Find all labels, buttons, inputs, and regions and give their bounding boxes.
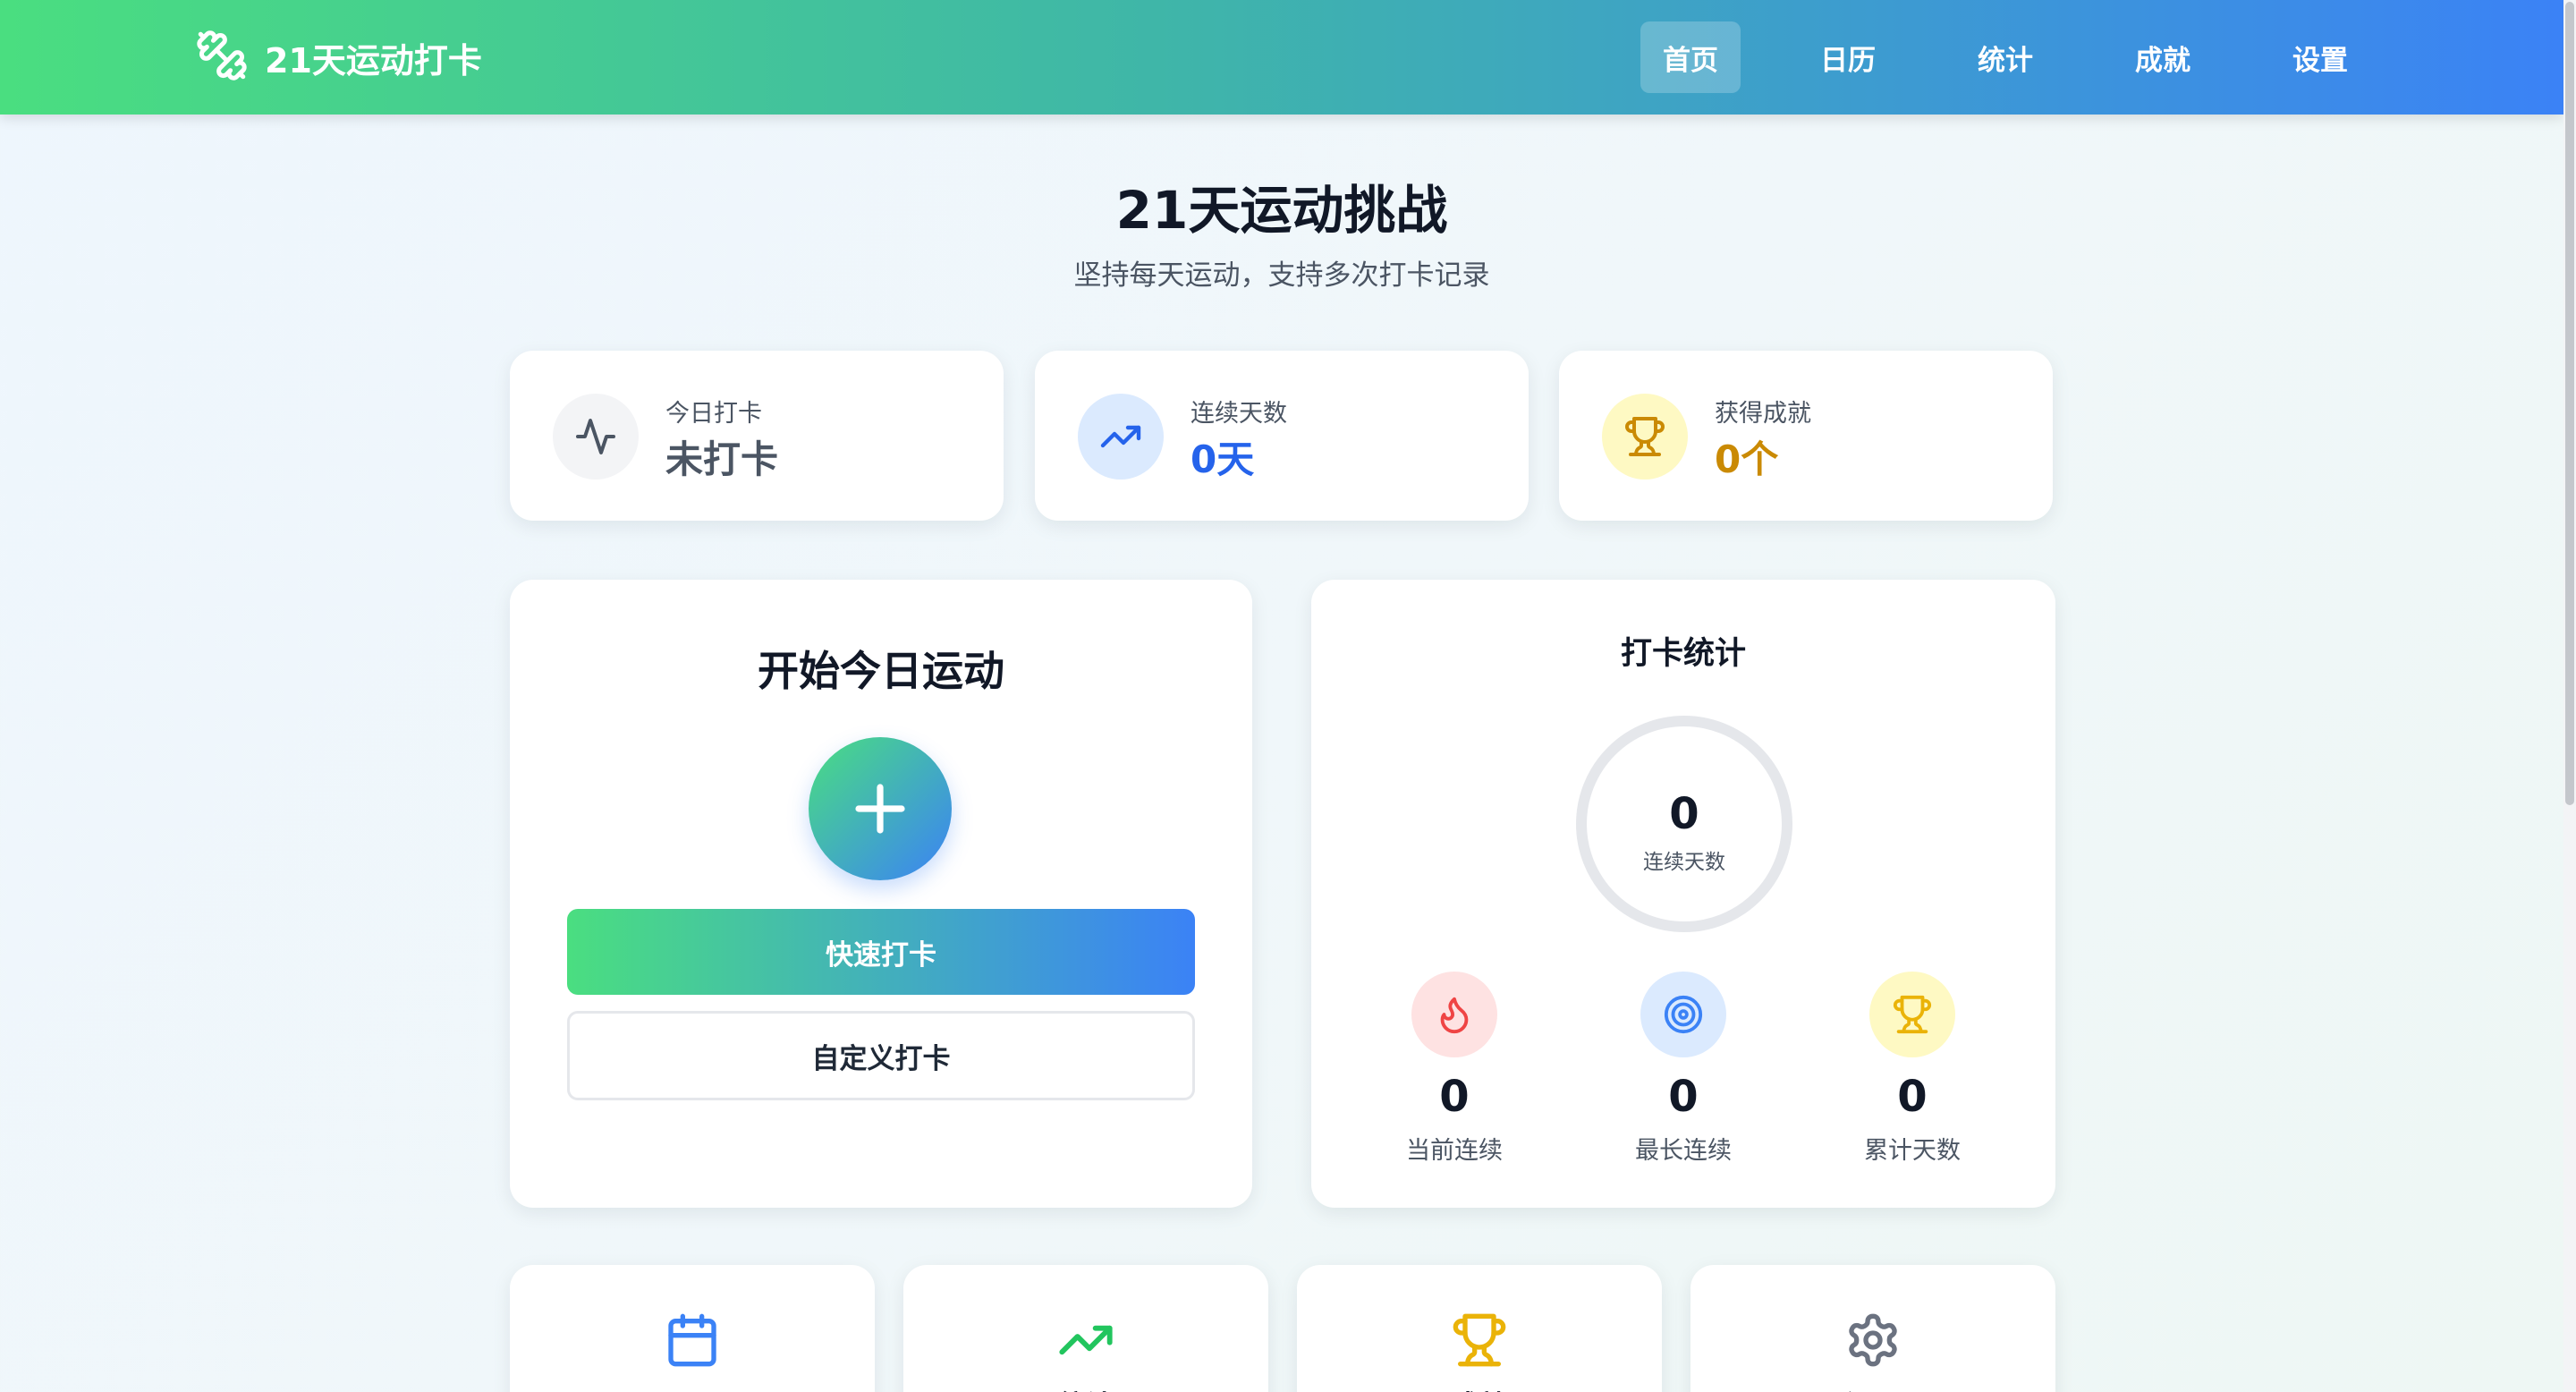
add-checkin-button[interactable] bbox=[809, 737, 952, 880]
ring-label: 连续天数 bbox=[1643, 851, 1725, 874]
trophy-icon bbox=[1297, 1311, 1662, 1369]
nav-home[interactable]: 首页 bbox=[1640, 21, 1741, 93]
longest-streak-label: 最长连续 bbox=[1635, 1137, 1732, 1165]
achievements-card: 获得成就 0个 bbox=[1559, 351, 2053, 521]
achievements-label: 获得成就 bbox=[1715, 400, 1811, 428]
current-streak-label: 当前连续 bbox=[1406, 1137, 1503, 1165]
total-days-stat: 0 累计天数 bbox=[1832, 972, 1993, 1168]
flame-icon bbox=[1411, 972, 1497, 1057]
page-scrollbar[interactable] bbox=[2563, 0, 2576, 1392]
trending-up-icon bbox=[903, 1311, 1268, 1369]
streak-ring: 0 连续天数 bbox=[1576, 716, 1792, 932]
target-icon bbox=[1640, 972, 1726, 1057]
calendar-icon bbox=[510, 1311, 875, 1369]
total-days-value: 0 bbox=[1897, 1072, 1928, 1122]
nav-settings[interactable]: 设置 bbox=[2270, 21, 2370, 93]
stats-card: 打卡统计 0 连续天数 0 当前连续 0 最长连续 0 累计天数 bbox=[1311, 580, 2055, 1208]
nav-stats[interactable]: 统计 bbox=[1955, 21, 2055, 93]
checkin-title: 开始今日运动 bbox=[758, 647, 1004, 695]
quick-nav-settings[interactable]: 设置 bbox=[1690, 1265, 2055, 1392]
page-title: 21天运动挑战 bbox=[1115, 180, 1448, 241]
settings-icon bbox=[1690, 1311, 2055, 1369]
dumbbell-icon bbox=[195, 29, 249, 86]
quick-nav-stats-label: 统计 bbox=[903, 1383, 1268, 1392]
quick-nav-calendar[interactable]: 日历 bbox=[510, 1265, 875, 1392]
app-title: 21天运动打卡 bbox=[265, 40, 482, 81]
streak-label: 连续天数 bbox=[1191, 400, 1287, 428]
longest-streak-value: 0 bbox=[1668, 1072, 1699, 1122]
quick-nav-calendar-label: 日历 bbox=[510, 1383, 875, 1392]
quick-nav-settings-label: 设置 bbox=[1690, 1383, 2055, 1392]
custom-checkin-button[interactable]: 自定义打卡 bbox=[567, 1011, 1195, 1100]
nav-achievements[interactable]: 成就 bbox=[2113, 21, 2213, 93]
nav-calendar[interactable]: 日历 bbox=[1798, 21, 1898, 93]
current-streak-stat: 0 当前连续 bbox=[1374, 972, 1535, 1168]
total-days-label: 累计天数 bbox=[1864, 1137, 1961, 1165]
top-navbar: 21天运动打卡 首页 日历 统计 成就 设置 bbox=[0, 0, 2563, 115]
trending-up-icon bbox=[1078, 394, 1164, 480]
today-checkin-card: 今日打卡 未打卡 bbox=[510, 351, 1004, 521]
quick-nav-stats[interactable]: 统计 bbox=[903, 1265, 1268, 1392]
quick-nav-achievements[interactable]: 成就 bbox=[1297, 1265, 1662, 1392]
scrollbar-thumb[interactable] bbox=[2565, 2, 2574, 805]
activity-icon bbox=[553, 394, 639, 480]
checkin-card: 开始今日运动 快速打卡 自定义打卡 bbox=[510, 580, 1252, 1208]
brand[interactable]: 21天运动打卡 bbox=[195, 27, 482, 88]
stats-title: 打卡统计 bbox=[1620, 636, 1746, 672]
streak-card: 连续天数 0天 bbox=[1035, 351, 1529, 521]
today-checkin-value: 未打卡 bbox=[665, 437, 779, 481]
trophy-icon bbox=[1602, 394, 1688, 480]
page-subtitle: 坚持每天运动，支持多次打卡记录 bbox=[1073, 259, 1490, 292]
streak-value: 0天 bbox=[1191, 437, 1255, 481]
today-checkin-label: 今日打卡 bbox=[665, 400, 762, 428]
longest-streak-stat: 0 最长连续 bbox=[1603, 972, 1764, 1168]
quick-checkin-button[interactable]: 快速打卡 bbox=[567, 909, 1195, 995]
quick-nav-achievements-label: 成就 bbox=[1297, 1383, 1662, 1392]
current-streak-value: 0 bbox=[1439, 1072, 1470, 1122]
achievements-value: 0个 bbox=[1715, 437, 1779, 481]
ring-value: 0 bbox=[1669, 789, 1699, 839]
trophy-icon bbox=[1869, 972, 1955, 1057]
